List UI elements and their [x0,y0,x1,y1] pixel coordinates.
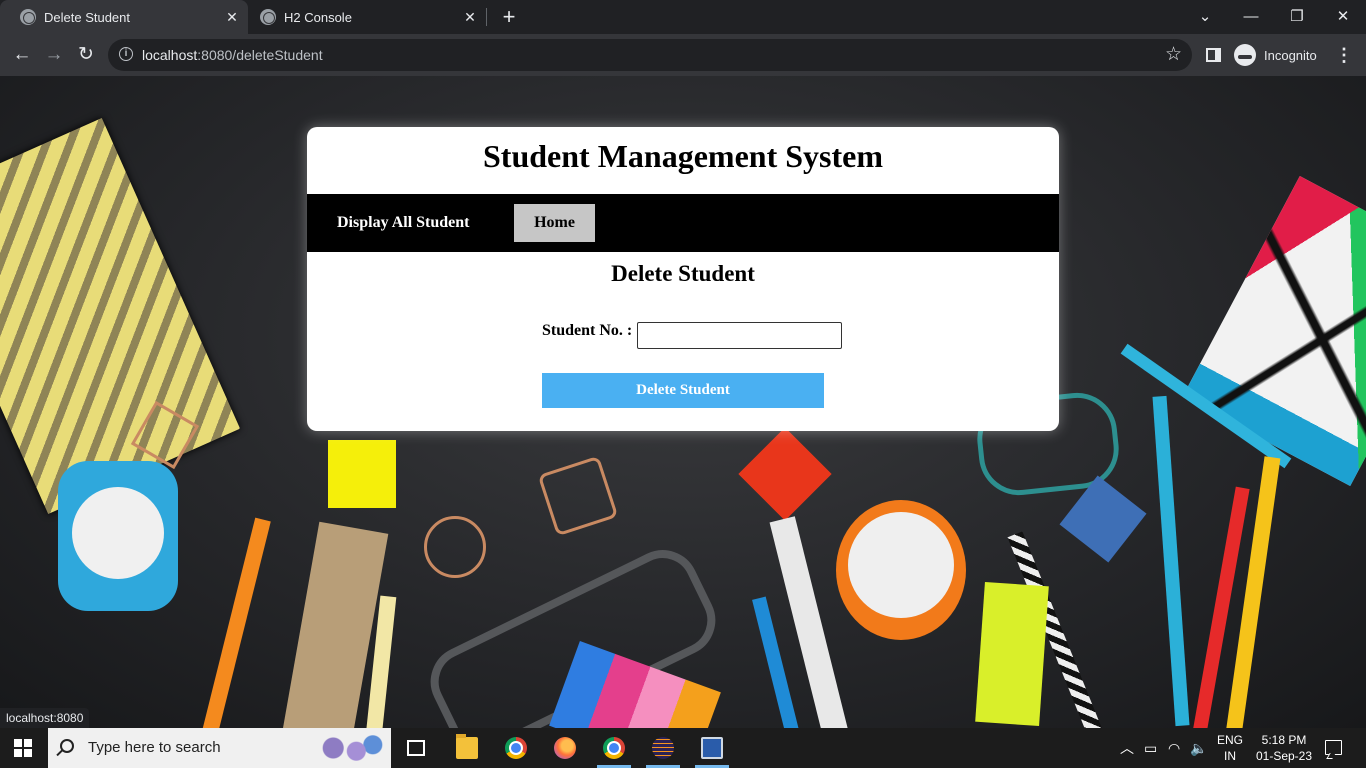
nav-home-button[interactable]: Home [514,204,595,242]
browser-menu-icon[interactable]: ⋮ [1334,43,1354,67]
app-window-icon [701,737,723,759]
chrome-button[interactable] [493,728,539,768]
search-placeholder: Type here to search [88,739,221,756]
chrome-icon [505,737,527,759]
windows-start-icon[interactable] [14,739,32,757]
search-highlight-image [320,732,386,764]
minimize-button[interactable]: ― [1238,4,1264,30]
eclipse-button[interactable] [640,728,686,768]
link-status-bubble: localhost:8080 [0,708,90,728]
new-tab-button[interactable]: + [499,6,519,28]
input-language-indicator[interactable]: ENG IN [1216,732,1244,764]
bookmark-star-icon[interactable]: ☆ [1165,44,1182,66]
tab-search-chevron-icon[interactable]: ⌄ [1192,4,1218,30]
student-no-input[interactable] [637,322,842,349]
page-viewport: Student Management System Display All St… [0,76,1366,728]
student-no-label: Student No. : [542,322,633,339]
language-code: ENG [1216,733,1243,747]
forward-button[interactable]: → [42,43,66,67]
page-title: Student Management System [483,138,883,174]
search-icon [60,739,74,753]
taskbar-search-box[interactable]: Type here to search [48,728,391,768]
task-view-button[interactable] [393,728,439,768]
background-notebook [1182,176,1366,486]
address-bar[interactable]: i localhost:8080/deleteStudent ☆ [108,39,1192,71]
top-nav: Display All Student Home [307,194,1059,252]
firefox-button[interactable] [542,728,588,768]
site-info-icon[interactable]: i [119,47,133,61]
reload-button[interactable]: ↻ [74,43,98,67]
incognito-icon [1234,44,1256,66]
clock-time: 5:18 PM [1261,733,1307,747]
tab-h2-console[interactable]: H2 Console ✕ [240,0,486,34]
side-panel-icon[interactable] [1206,48,1221,62]
task-view-icon [407,740,425,756]
firefox-icon [554,737,576,759]
eclipse-icon [652,737,674,759]
close-window-button[interactable]: ✕ [1330,4,1356,30]
chrome-icon [603,737,625,759]
url-path: :8080/deleteStudent [197,47,323,63]
background-sticky-note [328,440,396,508]
tab-title: H2 Console [284,9,352,25]
windows-taskbar: Type here to search ︿ ▭ ◠ 🔈 ENG IN 5:18 … [0,728,1366,768]
globe-icon [20,9,36,25]
background-pen [197,517,271,728]
wifi-icon[interactable]: ◠ [1168,740,1180,756]
background-clip [424,516,486,578]
clock-date: 01-Sep-23 [1255,749,1313,763]
section-heading: Delete Student [611,261,755,286]
browser-tab-strip: Delete Student ✕ H2 Console ✕ + ⌄ ― ❐ ✕ [0,0,1366,34]
background-notebook [0,117,241,515]
background-alarm-clock [58,461,178,611]
delete-student-button[interactable]: Delete Student [542,373,824,408]
notification-center-icon[interactable] [1325,740,1342,755]
globe-icon [260,9,276,25]
show-hidden-icons-chevron-icon[interactable]: ︿ [1120,740,1134,756]
profile-label: Incognito [1264,47,1317,63]
tab-delete-student[interactable]: Delete Student ✕ [0,0,248,34]
url-host: localhost [142,47,198,63]
nav-display-all-student[interactable]: Display All Student [337,194,469,252]
browser-toolbar: ← → ↻ i localhost:8080/deleteStudent ☆ I… [0,34,1366,76]
close-icon[interactable]: ✕ [224,9,240,25]
file-explorer-button[interactable] [444,728,490,768]
battery-icon[interactable]: ▭ [1144,740,1157,756]
restore-button[interactable]: ❐ [1284,4,1310,30]
background-alarm-clock [836,500,966,640]
background-sticky-note [738,427,832,521]
remote-desktop-button[interactable] [689,728,735,768]
folder-icon [456,734,478,759]
tab-divider [486,8,487,26]
chrome-incognito-button[interactable] [591,728,637,768]
tab-title: Delete Student [44,9,131,25]
taskbar-clock[interactable]: 5:18 PM 01-Sep-23 [1252,732,1316,764]
main-card: Student Management System Display All St… [307,127,1059,431]
volume-icon[interactable]: 🔈 [1190,740,1207,756]
close-icon[interactable]: ✕ [462,9,478,25]
background-clip [537,455,619,537]
back-button[interactable]: ← [10,43,34,67]
background-highlighter [975,581,1049,727]
region-code: IN [1224,749,1236,763]
background-pen [1152,395,1190,727]
incognito-profile-button[interactable]: Incognito [1234,43,1317,67]
address-url[interactable]: localhost:8080/deleteStudent [142,39,323,71]
